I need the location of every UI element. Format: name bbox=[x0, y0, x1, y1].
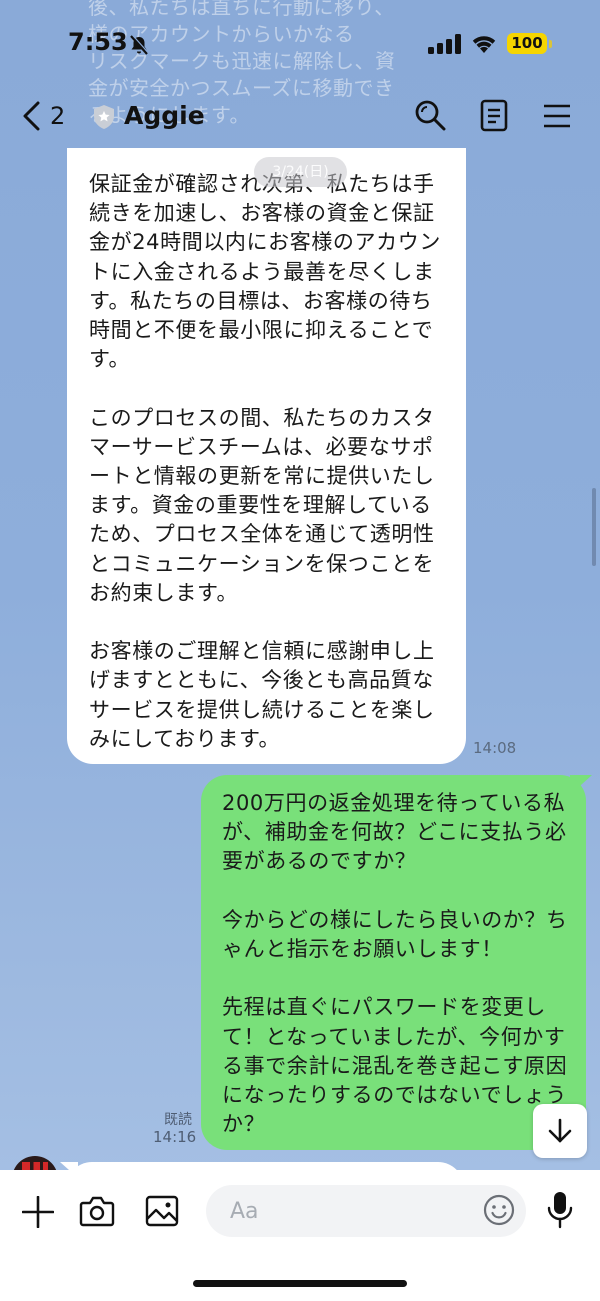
battery-indicator: 100 bbox=[507, 33, 547, 54]
unread-count[interactable]: 2 bbox=[50, 102, 65, 130]
status-time: 7:53 bbox=[68, 28, 128, 56]
shield-icon bbox=[92, 104, 116, 134]
bell-slash-icon bbox=[128, 34, 150, 60]
camera-icon[interactable] bbox=[79, 1194, 115, 1232]
read-receipt: 既読 bbox=[164, 1112, 192, 1128]
message-input-bar bbox=[0, 1170, 600, 1301]
incoming-message-time: 14:08 bbox=[473, 739, 517, 757]
scroll-indicator[interactable] bbox=[592, 488, 596, 566]
signal-icon bbox=[428, 34, 462, 58]
wifi-icon bbox=[470, 32, 498, 58]
outgoing-message-time: 14:16 bbox=[153, 1128, 197, 1146]
home-indicator bbox=[193, 1280, 407, 1287]
chat-title: Aggie bbox=[124, 101, 205, 130]
menu-icon[interactable] bbox=[543, 98, 571, 138]
date-divider: 3/24(日) bbox=[254, 157, 347, 187]
emoji-icon[interactable] bbox=[483, 1194, 515, 1230]
message-input[interactable] bbox=[206, 1185, 526, 1237]
outgoing-message-bubble[interactable]: 200万円の返金処理を待っている私が、補助金を何故？どこに支払う必要があるのです… bbox=[201, 775, 586, 1150]
back-chevron-icon[interactable] bbox=[20, 100, 42, 136]
incoming-message-bubble[interactable]: 保証金が確認され次第、私たちは手続きを加速し、お客様の資金と保証金が24時間以内… bbox=[67, 148, 466, 764]
mic-icon[interactable] bbox=[546, 1190, 574, 1234]
search-icon[interactable] bbox=[413, 98, 447, 138]
image-icon[interactable] bbox=[145, 1194, 179, 1232]
notes-icon[interactable] bbox=[479, 98, 509, 138]
battery-tip bbox=[549, 40, 552, 48]
arrow-down-icon bbox=[548, 1118, 572, 1143]
plus-icon[interactable] bbox=[21, 1195, 55, 1232]
chat-header: 2 Aggie bbox=[0, 90, 600, 145]
scroll-to-bottom-button[interactable] bbox=[533, 1104, 587, 1158]
status-bar: 7:53 100 bbox=[0, 0, 600, 90]
